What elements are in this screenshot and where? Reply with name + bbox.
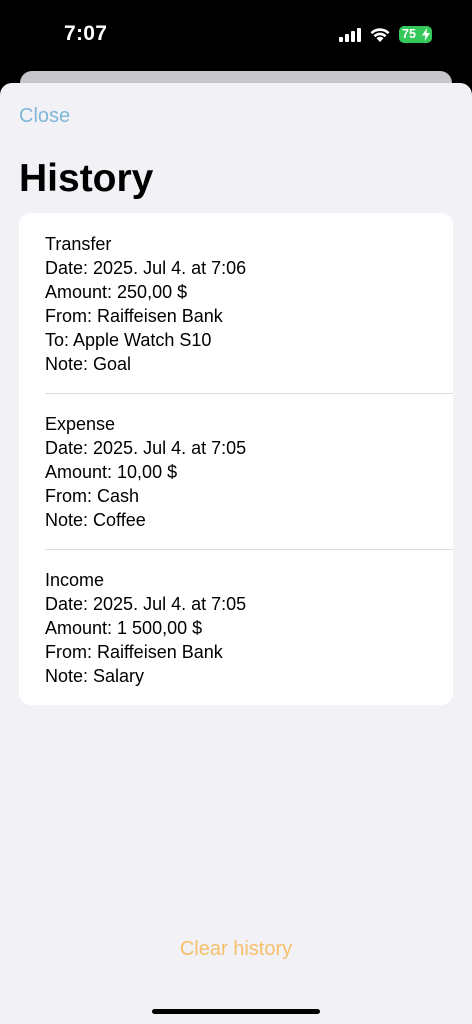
history-date: Date: 2025. Jul 4. at 7:06 (45, 258, 247, 278)
history-date: Date: 2025. Jul 4. at 7:05 (45, 438, 247, 458)
history-to: To: Apple Watch S10 (45, 330, 212, 350)
home-indicator[interactable] (152, 1009, 320, 1014)
signal-icon (339, 28, 361, 42)
history-type: Income (45, 570, 105, 590)
history-sheet: Close History Transfer Date: 2025. Jul 4… (0, 83, 472, 1024)
history-from: From: Raiffeisen Bank (45, 642, 223, 662)
battery-level: 75 (402, 27, 416, 41)
history-amount: Amount: 1 500,00 $ (45, 618, 203, 638)
close-button[interactable]: Close (19, 105, 70, 128)
history-amount: Amount: 10,00 $ (45, 462, 178, 482)
status-time: 7:07 (64, 22, 108, 45)
history-from: From: Cash (45, 486, 140, 506)
history-note: Note: Salary (45, 666, 145, 686)
history-item-income: Income Date: 2025. Jul 4. at 7:05 Amount… (19, 549, 453, 705)
history-list: Transfer Date: 2025. Jul 4. at 7:06 Amou… (19, 213, 453, 705)
battery-icon: 75 (399, 26, 432, 43)
history-amount: Amount: 250,00 $ (45, 282, 188, 302)
wifi-icon (370, 28, 390, 42)
clear-history-button[interactable]: Clear history (0, 938, 472, 961)
history-item-expense: Expense Date: 2025. Jul 4. at 7:05 Amoun… (19, 393, 453, 549)
screen: 7:07 75 Close History Transfer Date: 202… (0, 0, 472, 1024)
charging-bolt-icon (422, 28, 430, 41)
history-note: Note: Coffee (45, 510, 146, 530)
history-date: Date: 2025. Jul 4. at 7:05 (45, 594, 247, 614)
history-from: From: Raiffeisen Bank (45, 306, 223, 326)
history-item-transfer: Transfer Date: 2025. Jul 4. at 7:06 Amou… (19, 213, 453, 393)
page-title: History (19, 157, 154, 200)
status-bar: 7:07 75 (0, 0, 472, 70)
history-type: Expense (45, 414, 116, 434)
history-note: Note: Goal (45, 354, 132, 374)
history-type: Transfer (45, 234, 112, 254)
